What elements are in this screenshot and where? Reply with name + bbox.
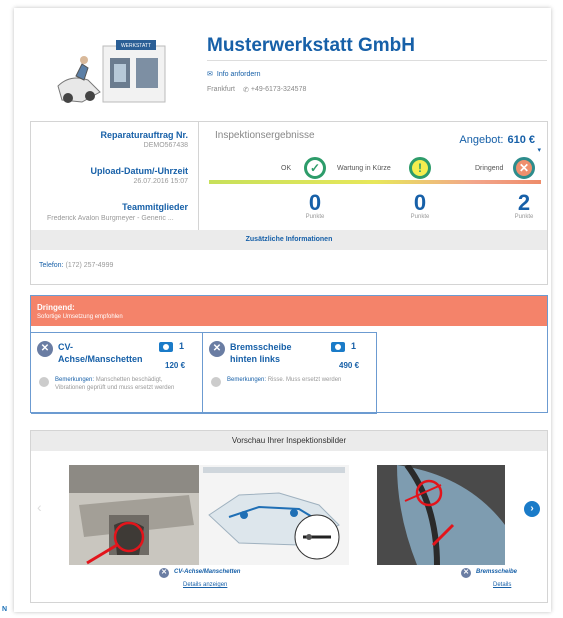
offer: Angebot: 610 €: [459, 134, 535, 146]
remark-label: Bemerkungen:: [55, 377, 95, 383]
exclamation-icon: !: [409, 157, 431, 179]
warning-points: 0: [413, 190, 427, 215]
urgent-subtitle: Sofortige Umsetzung empfohlen: [37, 314, 123, 320]
close-icon: ✕: [209, 341, 225, 357]
ok-points: 0: [308, 190, 322, 215]
order-label: Reparaturauftrag Nr.: [100, 130, 188, 140]
company-name: Musterwerkstatt GmbH: [207, 35, 415, 56]
urgent-item-cv-axle[interactable]: ✕ CV-Achse/Manschetten 1 120 € Bemerkung…: [31, 332, 203, 414]
caption-cv-axle: CV-Achse/Manschetten: [174, 569, 241, 575]
mail-icon: ✉: [207, 71, 213, 78]
ok-points-label: Punkte: [305, 214, 325, 220]
inspection-title: Inspektionsergebnisse: [215, 130, 315, 141]
svg-text:WERKSTATT: WERKSTATT: [121, 43, 151, 49]
remark-icon: [211, 377, 221, 387]
photo-brake-disc[interactable]: [377, 465, 505, 565]
remark-label: Bemerkungen:: [227, 377, 267, 383]
urgent-header: Dringend: Sofortige Umsetzung empfohlen: [31, 296, 547, 326]
item-name: CV-Achse/Manschetten: [58, 342, 143, 364]
header-divider: [207, 60, 547, 61]
details-link-cv-axle[interactable]: Details anzeigen: [183, 582, 227, 588]
photo-preview: Vorschau Ihrer Inspektionsbilder ‹ › ✕ C…: [30, 430, 548, 603]
header-phone: +49-6173-324578: [250, 86, 307, 93]
urgent-item-brake-disc[interactable]: ✕ Bremsscheibe hinten links 1 490 € Beme…: [203, 332, 377, 414]
corner-mark: N: [2, 606, 8, 613]
camera-icon[interactable]: [331, 342, 345, 352]
camera-icon[interactable]: [159, 342, 173, 352]
offer-label: Angebot:: [459, 134, 504, 146]
details-link-brake-disc[interactable]: Details: [493, 582, 511, 588]
phone-value: (172) 257-4999: [65, 262, 114, 269]
caption-brake-disc: Bremsscheibe: [476, 569, 518, 575]
warning-points-label: Punkte: [410, 214, 430, 220]
additional-info-toggle[interactable]: Zusätzliche Informationen: [31, 230, 547, 250]
close-icon: ✕: [461, 568, 471, 578]
urgent-section: Dringend: Sofortige Umsetzung empfohlen …: [30, 295, 548, 414]
remark-text: Risse. Muss ersetzt werden: [267, 377, 342, 383]
info-request-link[interactable]: ✉ Info anfordern: [207, 70, 261, 79]
offer-value: 610 €: [507, 134, 535, 146]
inspection-card: Reparaturauftrag Nr. DEMO567438 Upload-D…: [30, 121, 548, 285]
order-value: DEMO567438: [143, 142, 188, 149]
chevron-right-icon[interactable]: ›: [524, 501, 540, 517]
phone-icon: ✆: [243, 87, 249, 94]
remark-icon: [39, 377, 49, 387]
item-remark: Bemerkungen: Manschetten beschädigt, Vib…: [55, 376, 193, 392]
warning-label: Wartung in Kürze: [337, 165, 391, 172]
phone-label: Telefon:: [39, 262, 64, 269]
item-name: Bremsscheibe hinten links: [230, 342, 292, 364]
close-icon: ✕: [37, 341, 53, 357]
close-icon: ✕: [513, 157, 535, 179]
urgent-points: 2: [517, 190, 531, 215]
team-label: Teammitglieder: [122, 202, 188, 212]
photo-diagram[interactable]: [199, 465, 349, 565]
photo-count: 1: [179, 341, 185, 351]
item-remark: Bemerkungen: Risse. Muss ersetzt werden: [227, 376, 365, 384]
chevron-left-icon[interactable]: ‹: [37, 499, 42, 515]
close-icon: ✕: [159, 568, 169, 578]
result-gauge: [209, 180, 541, 184]
ok-label: OK: [281, 165, 292, 172]
location-text: Frankfurt: [207, 86, 236, 93]
team-value: Frederick Avalon Burgmeyer - Generic ...: [47, 215, 174, 222]
offer-info-icon[interactable]: ▾: [537, 146, 541, 154]
workshop-illustration: WERKSTATT: [57, 40, 166, 103]
upload-label: Upload-Datum/-Uhrzeit: [90, 166, 189, 176]
contact-phone: Telefon: (172) 257-4999: [39, 262, 113, 269]
location-line: Frankfurt ✆ +49-6173-324578: [207, 86, 306, 94]
order-details: Reparaturauftrag Nr. DEMO567438 Upload-D…: [31, 122, 199, 230]
check-icon: ✓: [304, 157, 326, 179]
item-price: 490 €: [339, 361, 360, 370]
photo-cv-axle[interactable]: [69, 465, 199, 565]
upload-value: 26.07.2016 15:07: [133, 178, 189, 185]
urgent-title: Dringend:: [37, 303, 75, 312]
info-request-label: Info anfordern: [216, 70, 261, 78]
preview-title: Vorschau Ihrer Inspektionsbilder: [31, 431, 547, 451]
urgent-points-label: Punkte: [514, 214, 534, 220]
item-price: 120 €: [165, 361, 186, 370]
photo-count: 1: [351, 341, 357, 351]
urgent-label: Dringend: [475, 165, 504, 172]
